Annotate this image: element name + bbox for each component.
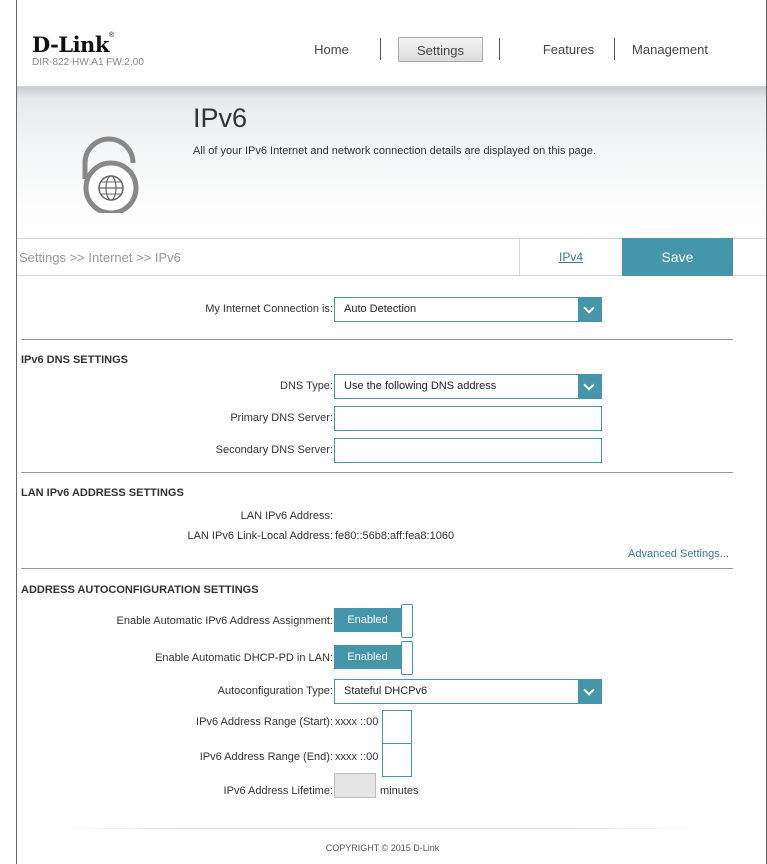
nav-divider (380, 38, 381, 60)
page-title: IPv6 (193, 103, 248, 133)
nav-management[interactable]: Management (625, 37, 715, 62)
section-divider (21, 472, 733, 473)
model-info: DIR-822 HW:A1 FW:2.00 (32, 57, 144, 68)
secondary-dns-label: Secondary DNS Server: (215, 444, 333, 456)
dhcp-pd-toggle[interactable]: Enabled (334, 641, 413, 675)
range-start-label: IPv6 Address Range (Start): (196, 716, 333, 728)
page-description: All of your IPv6 Internet and network co… (193, 145, 596, 157)
connection-type-label: My Internet Connection is: (205, 303, 333, 315)
nav-divider (614, 38, 615, 60)
copyright: COPYRIGHT © 2015 D-Link (325, 843, 440, 853)
toggle-state: Enabled (334, 608, 401, 632)
link-local-label: LAN IPv6 Link-Local Address: (187, 530, 333, 542)
top-navigation-bar: D-Link® DIR-822 HW:A1 FW:2.00 Home Setti… (17, 0, 766, 86)
dns-type-label: DNS Type: (280, 380, 333, 392)
auto-assign-label: Enable Automatic IPv6 Address Assignment… (116, 615, 333, 627)
dns-type-value: Use the following DNS address (344, 380, 497, 392)
section-divider (21, 568, 733, 569)
toggle-knob (401, 641, 413, 675)
save-button[interactable]: Save (622, 238, 733, 276)
chevron-down-icon (578, 680, 601, 703)
primary-dns-label: Primary DNS Server: (230, 412, 333, 424)
ipv6-lock-globe-icon (77, 133, 147, 216)
dns-section-title: IPv6 DNS SETTINGS (21, 354, 128, 366)
range-end-prefix: xxxx ::00 (335, 751, 379, 763)
range-end-input[interactable] (382, 743, 412, 777)
link-local-value: fe80::56b8:aff:fea8:1060 (335, 530, 455, 542)
lifetime-label: IPv6 Address Lifetime: (223, 785, 333, 797)
toggle-state: Enabled (334, 645, 401, 669)
lan-address-label: LAN IPv6 Address: (240, 510, 333, 522)
nav-divider (499, 38, 500, 60)
breadcrumb: Settings >> Internet >> IPv6 (19, 250, 181, 265)
footer-divider (57, 828, 697, 829)
autoconfig-type-select[interactable]: Stateful DHCPv6 (334, 679, 602, 704)
ipv4-link[interactable]: IPv4 (519, 238, 622, 276)
range-start-prefix: xxxx ::00 (335, 716, 379, 728)
connection-type-value: Auto Detection (344, 303, 417, 315)
chevron-down-icon (578, 298, 601, 321)
range-end-label: IPv6 Address Range (End): (199, 751, 333, 763)
autoconfig-type-value: Stateful DHCPv6 (344, 685, 428, 697)
section-divider (21, 339, 733, 340)
dlink-logo: D-Link® (32, 32, 114, 57)
connection-type-select[interactable]: Auto Detection (334, 297, 602, 322)
dhcp-pd-label: Enable Automatic DHCP-PD in LAN: (155, 652, 333, 664)
nav-features[interactable]: Features (536, 37, 601, 62)
lan-section-title: LAN IPv6 ADDRESS SETTINGS (21, 487, 184, 499)
auto-assign-toggle[interactable]: Enabled (334, 604, 413, 638)
autoconfig-section-title: ADDRESS AUTOCONFIGURATION SETTINGS (21, 584, 259, 596)
banner-shade (17, 87, 766, 97)
lifetime-input[interactable] (334, 773, 376, 798)
range-start-input[interactable] (382, 710, 412, 744)
primary-dns-input[interactable] (334, 406, 602, 431)
lifetime-unit: minutes (380, 785, 419, 797)
nav-home[interactable]: Home (309, 37, 354, 62)
dns-type-select[interactable]: Use the following DNS address (334, 374, 602, 399)
secondary-dns-input[interactable] (334, 438, 602, 463)
autoconfig-type-label: Autoconfiguration Type: (217, 685, 333, 697)
toggle-knob (401, 604, 413, 638)
router-admin-page: D-Link® DIR-822 HW:A1 FW:2.00 Home Setti… (16, 0, 767, 864)
nav-settings[interactable]: Settings (398, 37, 483, 62)
chevron-down-icon (578, 375, 601, 398)
advanced-settings-link[interactable]: Advanced Settings... (628, 548, 729, 560)
